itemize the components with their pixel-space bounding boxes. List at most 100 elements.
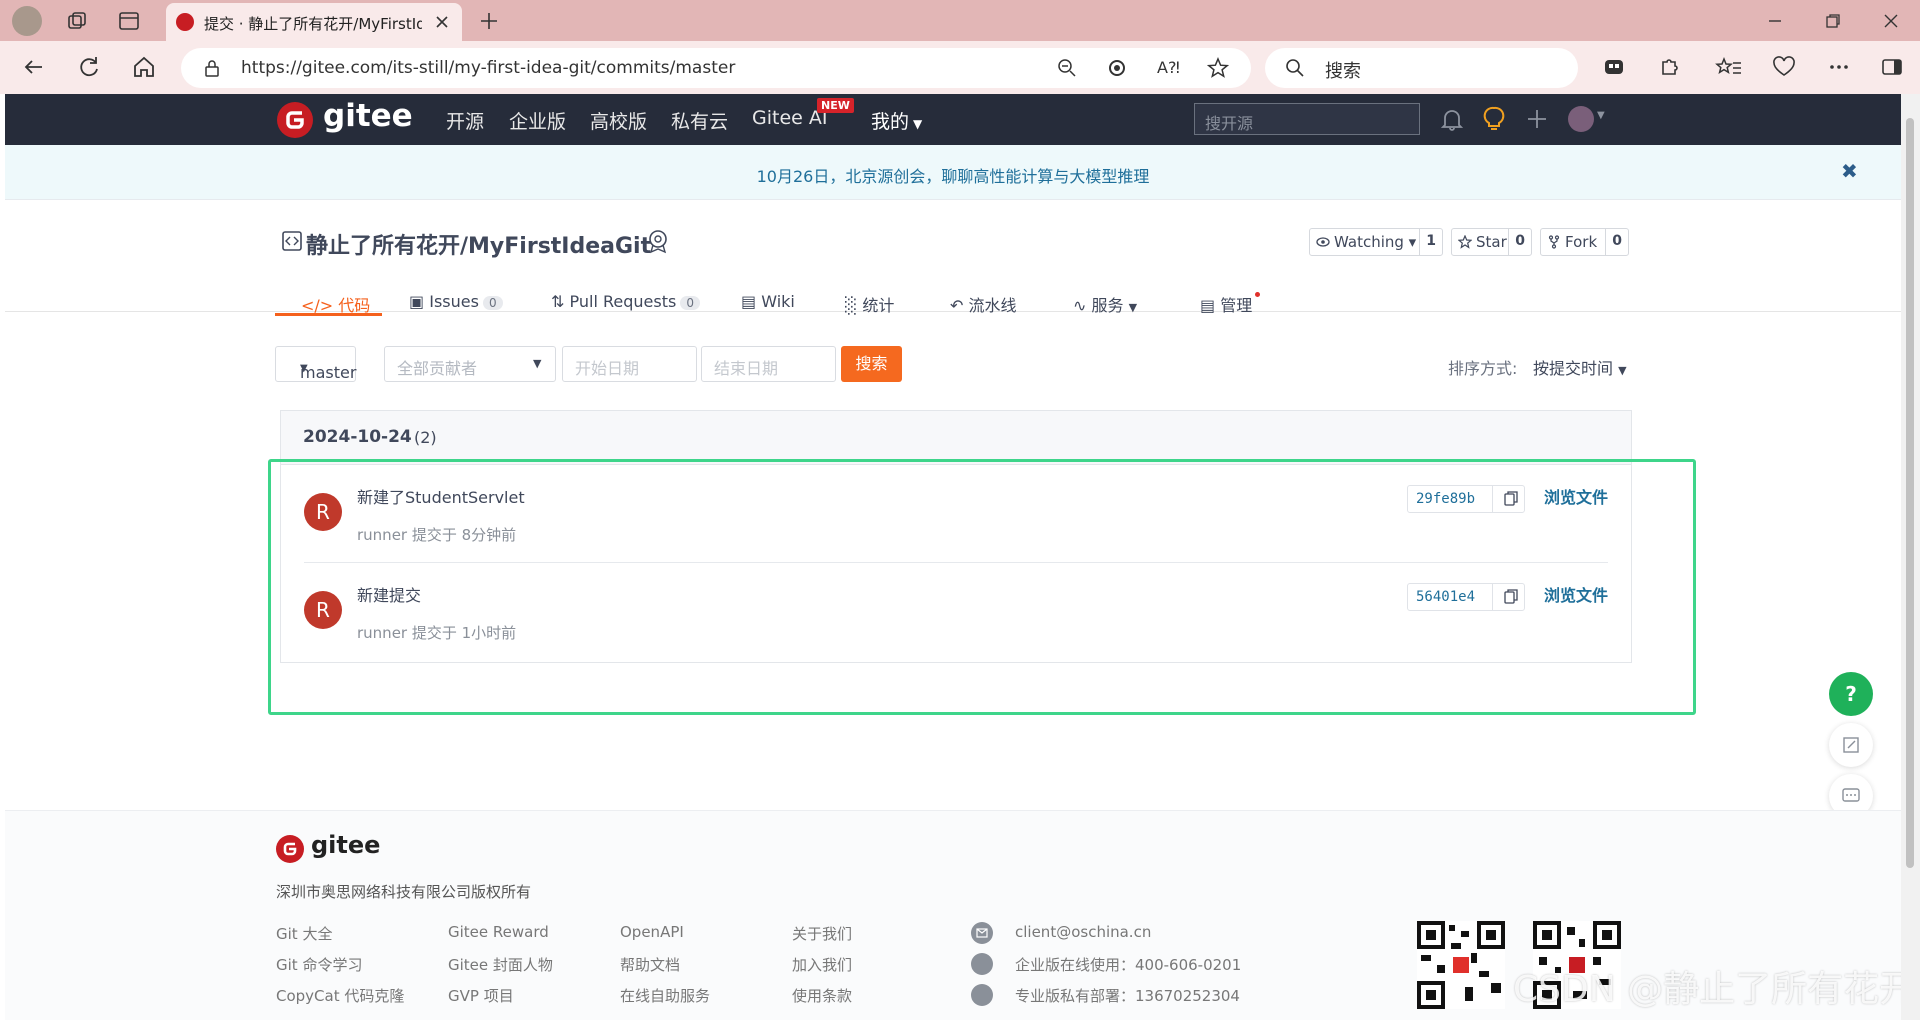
footer-link[interactable]: Gitee Reward — [448, 923, 549, 941]
footer-link[interactable]: Git 命令学习 — [276, 954, 362, 975]
browser-toolbar: https://gitee.com/its-still/my-first-ide… — [0, 41, 1920, 94]
vertical-tabs-icon[interactable] — [118, 10, 140, 32]
gitee-logo-icon[interactable] — [277, 102, 313, 138]
mail-icon — [971, 922, 993, 944]
help-button[interactable]: ? — [1829, 672, 1873, 716]
edit-icon — [1843, 737, 1859, 753]
footer-link[interactable]: CopyCat 代码克隆 — [276, 985, 404, 1006]
footer-logo-text[interactable]: gitee — [311, 831, 380, 859]
footer-link[interactable]: 使用条款 — [792, 985, 852, 1006]
tab-manage[interactable]: ▤ 管理 — [1200, 292, 1260, 316]
browser-search-box[interactable]: 搜索 — [1265, 48, 1578, 88]
favorite-star-icon[interactable] — [1207, 57, 1229, 79]
footer-link[interactable]: OpenAPI — [620, 923, 684, 941]
footer-logo-icon[interactable] — [276, 835, 304, 863]
copilot-icon[interactable] — [1600, 53, 1628, 81]
footer-link[interactable]: GVP 项目 — [448, 985, 514, 1006]
issues-count-badge: 0 — [482, 296, 503, 310]
end-date-input[interactable]: 结束日期 — [701, 346, 836, 382]
footer-link[interactable]: 帮助文档 — [620, 954, 680, 975]
sort-dropdown[interactable]: 按提交时间 ▼ — [1533, 355, 1627, 379]
avatar-caret-icon[interactable]: ▼ — [1597, 110, 1605, 121]
header-search-input[interactable]: 搜开源 — [1194, 103, 1420, 135]
restore-icon[interactable] — [1822, 10, 1844, 32]
nav-education[interactable]: 高校版 — [590, 107, 647, 134]
favorites-icon[interactable] — [1715, 53, 1743, 81]
commit-day-header: 2024-10-24 (2) — [281, 411, 1631, 465]
scrollbar-thumb[interactable] — [1906, 118, 1914, 868]
minimize-icon[interactable] — [1764, 10, 1786, 32]
tab-pipeline[interactable]: ↶ 流水线 — [950, 292, 1017, 316]
more-icon[interactable] — [1825, 53, 1853, 81]
star-count[interactable]: 0 — [1508, 229, 1531, 255]
bar-chart-icon: ░ — [845, 296, 858, 315]
contributor-select[interactable]: 全部贡献者 ▼ — [384, 346, 556, 382]
commit-count: (2) — [414, 428, 437, 447]
plus-icon[interactable] — [1526, 108, 1548, 130]
fork-count[interactable]: 0 — [1605, 229, 1628, 255]
tab-stats[interactable]: ░ 统计 — [845, 292, 894, 316]
tab-issues[interactable]: ▣ Issues 0 — [409, 292, 503, 311]
sidebar-toggle-icon[interactable] — [1878, 53, 1906, 81]
nav-private-cloud[interactable]: 私有云 — [671, 107, 728, 134]
new-tab-icon[interactable] — [478, 10, 500, 32]
footer-link[interactable]: Gitee 封面人物 — [448, 954, 553, 975]
close-tab-icon[interactable] — [434, 14, 450, 30]
pulse-icon: ∿ — [1073, 296, 1087, 315]
zoom-out-icon[interactable] — [1057, 58, 1077, 78]
gitee-header: gitee 开源 企业版 高校版 私有云 Gitee AI NEW 我的 ▼ 搜开… — [5, 94, 1901, 145]
announcement-link[interactable]: 10月26日，北京源创会，聊聊高性能计算与大模型推理 — [5, 163, 1901, 187]
chat-icon — [1842, 788, 1860, 802]
contact-email[interactable]: client@oschina.cn — [1015, 923, 1151, 941]
tab-pull-requests[interactable]: ⇅ Pull Requests 0 — [551, 292, 700, 311]
manage-dot-badge — [1255, 292, 1260, 297]
lightbulb-icon[interactable] — [1483, 106, 1505, 132]
project-title[interactable]: 静止了所有花开/MyFirstIdeaGit — [306, 228, 651, 260]
caret-down-icon: ▼ — [913, 117, 923, 131]
page-scrollbar[interactable] — [1901, 94, 1920, 1020]
url-text[interactable]: https://gitee.com/its-still/my-first-ide… — [241, 58, 735, 78]
pull-request-icon: ⇅ — [551, 292, 565, 311]
help-icon: ? — [1845, 682, 1857, 706]
csdn-watermark: CSDN @静止了所有花开 — [1513, 969, 1901, 1010]
footer-copyright: 深圳市奥思网络科技有限公司版权所有 — [276, 883, 532, 901]
search-commits-button[interactable]: 搜索 — [841, 346, 902, 382]
home-icon[interactable] — [130, 53, 158, 81]
address-bar[interactable]: https://gitee.com/its-still/my-first-ide… — [181, 48, 1251, 88]
start-date-input[interactable]: 开始日期 — [562, 346, 697, 382]
profile-avatar[interactable] — [12, 6, 42, 36]
footer-link[interactable]: 在线自助服务 — [620, 985, 710, 1006]
footer-link[interactable]: 加入我们 — [792, 954, 852, 975]
gitee-logo-text[interactable]: gitee — [323, 98, 413, 134]
recommend-badge-icon[interactable] — [646, 228, 670, 254]
collections-icon[interactable] — [66, 10, 88, 32]
back-icon[interactable] — [20, 53, 48, 81]
reload-icon[interactable] — [75, 53, 103, 81]
watch-button[interactable]: Watching ▾ 1 — [1309, 228, 1443, 256]
contributor-placeholder: 全部贡献者 — [397, 359, 478, 378]
nav-mine[interactable]: 我的 ▼ — [871, 107, 922, 134]
lock-icon[interactable] — [203, 59, 221, 77]
extensions-icon[interactable] — [1655, 53, 1683, 81]
bell-icon[interactable] — [1441, 107, 1463, 131]
nav-opensource[interactable]: 开源 — [446, 107, 484, 134]
watch-count[interactable]: 1 — [1419, 229, 1442, 255]
browser-tab-bar: 提交 · 静止了所有花开/MyFirstIdeaGit — [0, 0, 1920, 41]
branch-select[interactable]: master ▼ — [275, 346, 356, 382]
footer-link[interactable]: Git 大全 — [276, 923, 332, 944]
footer-link[interactable]: 关于我们 — [792, 923, 852, 944]
close-announcement-icon[interactable]: ✖ — [1841, 159, 1858, 183]
close-window-icon[interactable] — [1880, 10, 1902, 32]
edge-refresh-icon[interactable] — [1107, 58, 1127, 78]
feedback-button[interactable] — [1829, 723, 1873, 767]
fork-button[interactable]: Fork 0 — [1540, 228, 1629, 256]
nav-enterprise[interactable]: 企业版 — [509, 107, 566, 134]
tab-wiki[interactable]: ▤ Wiki — [741, 292, 795, 311]
read-aloud-icon[interactable]: A⁈ — [1157, 58, 1180, 77]
active-tab[interactable]: 提交 · 静止了所有花开/MyFirstIdeaGit — [166, 3, 462, 41]
tab-services[interactable]: ∿ 服务 ▼ — [1073, 292, 1137, 316]
book-icon: ▤ — [741, 292, 757, 311]
browser-essentials-icon[interactable] — [1770, 53, 1798, 81]
user-avatar[interactable] — [1568, 106, 1594, 132]
star-button[interactable]: Star 0 — [1451, 228, 1532, 256]
